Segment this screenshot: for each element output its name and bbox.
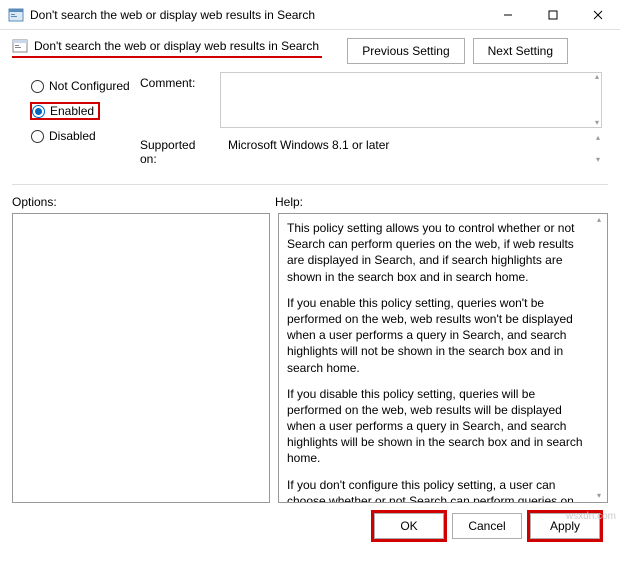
policy-icon [8,7,24,23]
supported-on-label: Supported on: [140,134,220,166]
radio-label: Disabled [49,129,96,143]
scroll-down-icon: ▾ [594,156,602,164]
policy-title: Don't search the web or display web resu… [34,39,319,53]
scrollbar[interactable]: ▴ ▾ [593,73,601,127]
state-radio-group: Not Configured Enabled Disabled [30,72,140,172]
radio-icon [32,105,45,118]
help-paragraph: If you disable this policy setting, quer… [287,386,593,467]
scroll-up-icon: ▴ [594,134,602,142]
radio-disabled[interactable]: Disabled [30,128,140,144]
minimize-button[interactable] [485,0,530,30]
radio-icon [31,130,44,143]
options-panel [12,213,270,503]
divider [12,184,608,185]
configuration-section: Not Configured Enabled Disabled Comment:… [0,68,620,180]
header-row: Don't search the web or display web resu… [0,30,620,68]
radio-label: Enabled [50,104,94,118]
scroll-down-icon: ▾ [595,492,603,500]
window-title: Don't search the web or display web resu… [30,8,485,22]
options-label: Options: [12,195,275,209]
supported-on-value: Microsoft Windows 8.1 or later [228,138,389,152]
policy-title-underline: Don't search the web or display web resu… [12,38,322,58]
scroll-up-icon: ▴ [595,216,603,224]
cancel-button[interactable]: Cancel [452,513,522,539]
radio-icon [31,80,44,93]
apply-button[interactable]: Apply [530,513,600,539]
scroll-down-icon: ▾ [593,119,601,127]
policy-setting-icon [12,38,28,54]
dialog-footer: OK Cancel Apply [0,503,620,549]
supported-on-value-box: Microsoft Windows 8.1 or later ▴ ▾ [220,134,602,156]
scroll-up-icon: ▴ [593,73,601,81]
comment-textarea[interactable]: ▴ ▾ [220,72,602,128]
comment-label: Comment: [140,72,220,90]
radio-enabled[interactable]: Enabled [30,102,100,120]
titlebar: Don't search the web or display web resu… [0,0,620,30]
radio-not-configured[interactable]: Not Configured [30,78,140,94]
scrollbar[interactable]: ▴ ▾ [595,216,605,500]
scrollbar[interactable]: ▴ ▾ [594,134,602,164]
close-button[interactable] [575,0,620,30]
maximize-button[interactable] [530,0,575,30]
window-controls [485,0,620,30]
help-paragraph: This policy setting allows you to contro… [287,220,593,285]
previous-setting-button[interactable]: Previous Setting [347,38,464,64]
help-paragraph: If you enable this policy setting, queri… [287,295,593,376]
help-paragraph: If you don't configure this policy setti… [287,477,593,503]
help-panel: This policy setting allows you to contro… [278,213,608,503]
next-setting-button[interactable]: Next Setting [473,38,568,64]
radio-label: Not Configured [49,79,130,93]
help-label: Help: [275,195,608,209]
ok-button[interactable]: OK [374,513,444,539]
